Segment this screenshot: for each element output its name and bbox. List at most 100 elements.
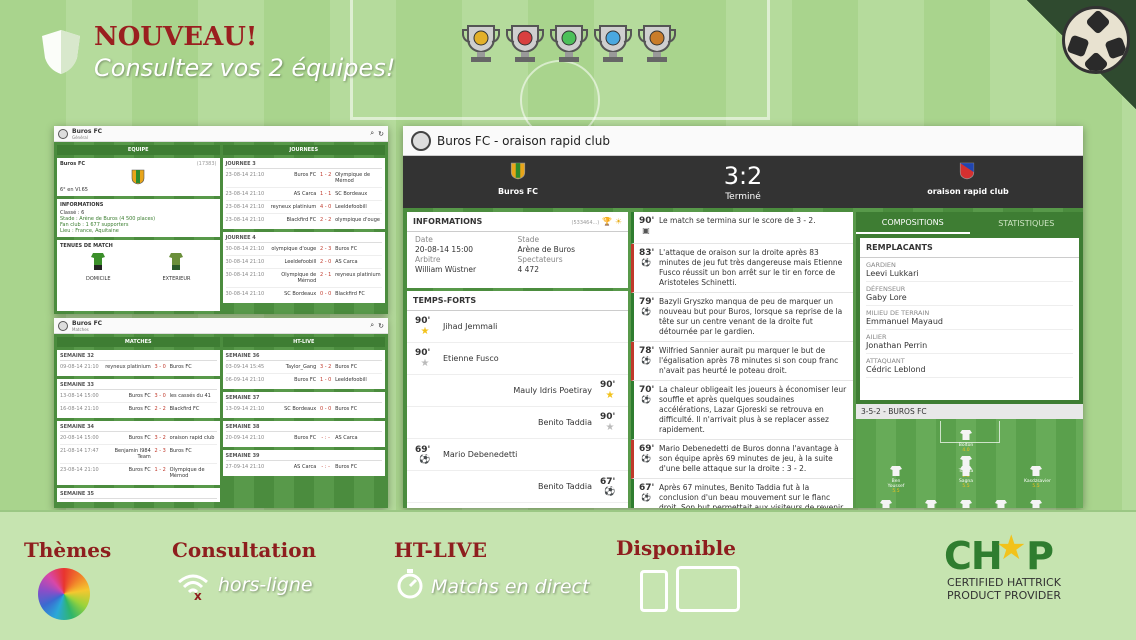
pitch-player[interactable]: Sagna 5.5 — [954, 465, 978, 489]
pitch-player[interactable]: Jemmali — [874, 499, 898, 508]
match-row[interactable]: 30-08-14 21:10 SC Bordeaux 0 - 0 Blackfi… — [226, 288, 383, 300]
tab-compositions[interactable]: COMPOSITIONS — [856, 213, 970, 234]
match-row[interactable]: 23-08-14 21:10 Buros FC 1 - 2 Olympique … — [60, 464, 217, 482]
search-icon[interactable]: ⌕ — [370, 129, 374, 138]
match-row[interactable]: 23-08-14 21:10 reyneux platinium 4 - 0 L… — [225, 201, 382, 214]
week-title: JOURNEE 3 — [225, 161, 382, 169]
pitch-player[interactable]: Kasdzsavier 5.5 — [1024, 465, 1051, 489]
event-minute: 83' — [639, 248, 655, 258]
away-team: Blackfird FC — [335, 291, 365, 297]
pitch-player[interactable]: Gonzalez — [919, 499, 943, 508]
feature-themes: Thèmes — [24, 538, 112, 562]
away-team: AS Carca — [335, 259, 358, 265]
week-title: SEMAINE 32 — [60, 353, 217, 361]
highlight-item[interactable]: 90' ★ Jihad Jemmali — [407, 311, 628, 343]
match-row[interactable]: 21-08-14 17:47 Benjamin I984 Team 2 - 3 … — [60, 445, 217, 464]
highlight-item[interactable]: 69' ⚽ Mario Debenedetti — [407, 439, 628, 471]
shield-icon — [42, 30, 80, 74]
event-minute: 69' — [639, 444, 655, 454]
trophy-row — [462, 22, 676, 64]
tab-equipe[interactable]: EQUIPE — [57, 145, 220, 155]
ball-icon: ⚽ — [641, 454, 651, 463]
match-row[interactable]: 23-08-14 21:10 Blackfird FC 2 - 2 olympi… — [226, 214, 383, 226]
match-row[interactable]: 30-08-14 21:10 Olympique de Mérnod 2 - 1… — [225, 269, 382, 288]
sub-item[interactable]: MILIEU DE TERRAIN Emmanuel Mayaud — [866, 306, 1073, 330]
match-score: - : - — [321, 435, 330, 441]
kits-card: TENUES DE MATCH DOMICILE EXTERIEUR — [57, 240, 220, 311]
ball-icon[interactable] — [58, 320, 68, 331]
highlight-item[interactable]: Raheb Ramah49'⇅ — [407, 503, 628, 508]
home-team: Buros FC — [128, 393, 151, 399]
highlight-item[interactable]: Benito Taddia 67' ⚽ — [407, 471, 628, 503]
formation-bar: 3-5-2 - BUROS FC — [856, 404, 1083, 419]
away-team: Leeldefoobill — [335, 204, 367, 210]
match-row[interactable]: 20-08-14 15:00 Buros FC 3 - 2 oraison ra… — [60, 432, 217, 445]
highlight-item[interactable]: 90' ★ Etienne Fusco — [407, 343, 628, 375]
home-team: SC Bordeaux — [284, 406, 317, 412]
pitch-player[interactable]: Ben Youssef 5.5 — [884, 465, 908, 494]
match-row[interactable]: 20-09-14 21:10 Buros FC - : - AS Carca — [226, 432, 383, 444]
away-team[interactable]: oraison rapid club — [923, 187, 1013, 196]
match-date: 30-08-14 21:10 — [225, 272, 265, 278]
sub-item[interactable]: DÉFENSEUR Gaby Lore — [866, 282, 1073, 306]
home-team: Taylor_Gang — [285, 364, 317, 370]
event-minute: 90' — [639, 216, 655, 226]
stadium-label: Stade — [517, 235, 540, 244]
match-score: 2 - 3 — [154, 448, 166, 454]
refresh-icon[interactable]: ↻ — [378, 130, 384, 138]
sub-role: AILIER — [866, 333, 887, 341]
match-row[interactable]: 23-08-14 21:10 AS Carca 1 - 1 SC Bordeau… — [225, 188, 382, 201]
sub-item[interactable]: ATTAQUANT Cédric Leblond — [866, 354, 1073, 378]
away-team: Buros FC — [169, 364, 192, 370]
match-row[interactable]: 30-08-14 21:10 Leeldefoobill 2 - 0 AS Ca… — [225, 256, 382, 269]
match-row[interactable]: 06-09-14 21:10 Buros FC 1 - 0 Leeldefoob… — [226, 374, 383, 386]
match-row[interactable]: 16-08-14 21:10 Buros FC 2 - 2 Blackfird … — [60, 403, 217, 415]
match-row[interactable]: 27-09-14 21:10 AS Carca - : - Buros FC — [226, 461, 383, 473]
ball-icon[interactable] — [58, 128, 68, 139]
player-rating: 5.5 — [892, 489, 900, 494]
match-row[interactable]: 13-08-14 15:00 Buros FC 3 - 0 les cassés… — [60, 390, 217, 403]
away-team: AS Carca — [335, 435, 358, 441]
tab-statistiques[interactable]: STATISTIQUES — [970, 214, 1084, 233]
week-card: JOURNEE 3 23-08-14 21:10 Buros FC 1 - 2 … — [222, 158, 385, 229]
match-row[interactable]: 30-08-14 21:10 olympique d'ouge 2 - 3 Bu… — [225, 243, 382, 256]
pitch-player[interactable]: Sencevic — [1024, 499, 1048, 508]
home-team: Buros FC — [294, 377, 317, 383]
week-title: SEMAINE 37 — [225, 395, 382, 403]
player-rating: 4.0 — [962, 448, 970, 453]
stamina-icon: ⚽ — [641, 395, 651, 404]
tab-matches[interactable]: MATCHES — [57, 337, 220, 347]
highlight-item[interactable]: Benito Taddia 90' ★ — [407, 407, 628, 439]
home-team[interactable]: Buros FC — [493, 187, 543, 196]
search-icon[interactable]: ⌕ — [370, 321, 374, 330]
match-row[interactable]: 09-08-14 21:10 reyneux platinium 3 - 0 B… — [60, 361, 217, 373]
star-icon: ★ — [420, 326, 430, 337]
svg-text:x: x — [194, 589, 202, 600]
tab-journees[interactable]: JOURNEES — [222, 145, 385, 155]
pitch-player[interactable]: Andel — [954, 499, 978, 508]
match-row[interactable]: 13-09-14 21:10 SC Bordeaux 0 - 0 Buros F… — [226, 403, 383, 415]
pitch-player[interactable]: Debenedetti — [989, 499, 1013, 508]
sub-item[interactable]: AILIER Jonathan Perrin — [866, 330, 1073, 354]
final-score: 3:2 — [723, 162, 763, 190]
shirt-icon — [1030, 500, 1042, 508]
match-row[interactable]: 03-09-14 15:45 Taylor_Gang 3 - 2 Buros F… — [225, 361, 382, 374]
match-row[interactable]: 23-08-14 21:10 Buros FC 1 - 2 Olympique … — [225, 169, 382, 188]
spectators-value: 4 472 — [517, 265, 539, 274]
tab-ht-live[interactable]: HT-LIVE — [222, 337, 385, 347]
sub-item[interactable]: GARDIEN Leevi Lukkari — [866, 258, 1073, 282]
app-logo-ball-icon[interactable] — [1062, 6, 1130, 74]
trophy-gold-icon — [462, 22, 500, 64]
ball-icon: ⚽ — [641, 307, 651, 316]
match-score: 1 - 1 — [319, 191, 332, 197]
highlight-item[interactable]: Mauly Idris Poetiray 90' ★ — [407, 375, 628, 407]
match-id: (533464...) — [571, 220, 600, 226]
feature-available: Disponible — [616, 536, 736, 560]
highlight-minute: 69' — [415, 444, 431, 455]
ball-icon[interactable] — [411, 130, 431, 151]
sub-name: Leevi Lukkari — [866, 269, 919, 278]
refresh-icon[interactable]: ↻ — [378, 322, 384, 330]
week-title: SEMAINE 38 — [225, 424, 382, 432]
home-team: reyneux platinium — [270, 204, 317, 210]
pitch-player[interactable]: Bolton 4.0 — [954, 429, 978, 453]
